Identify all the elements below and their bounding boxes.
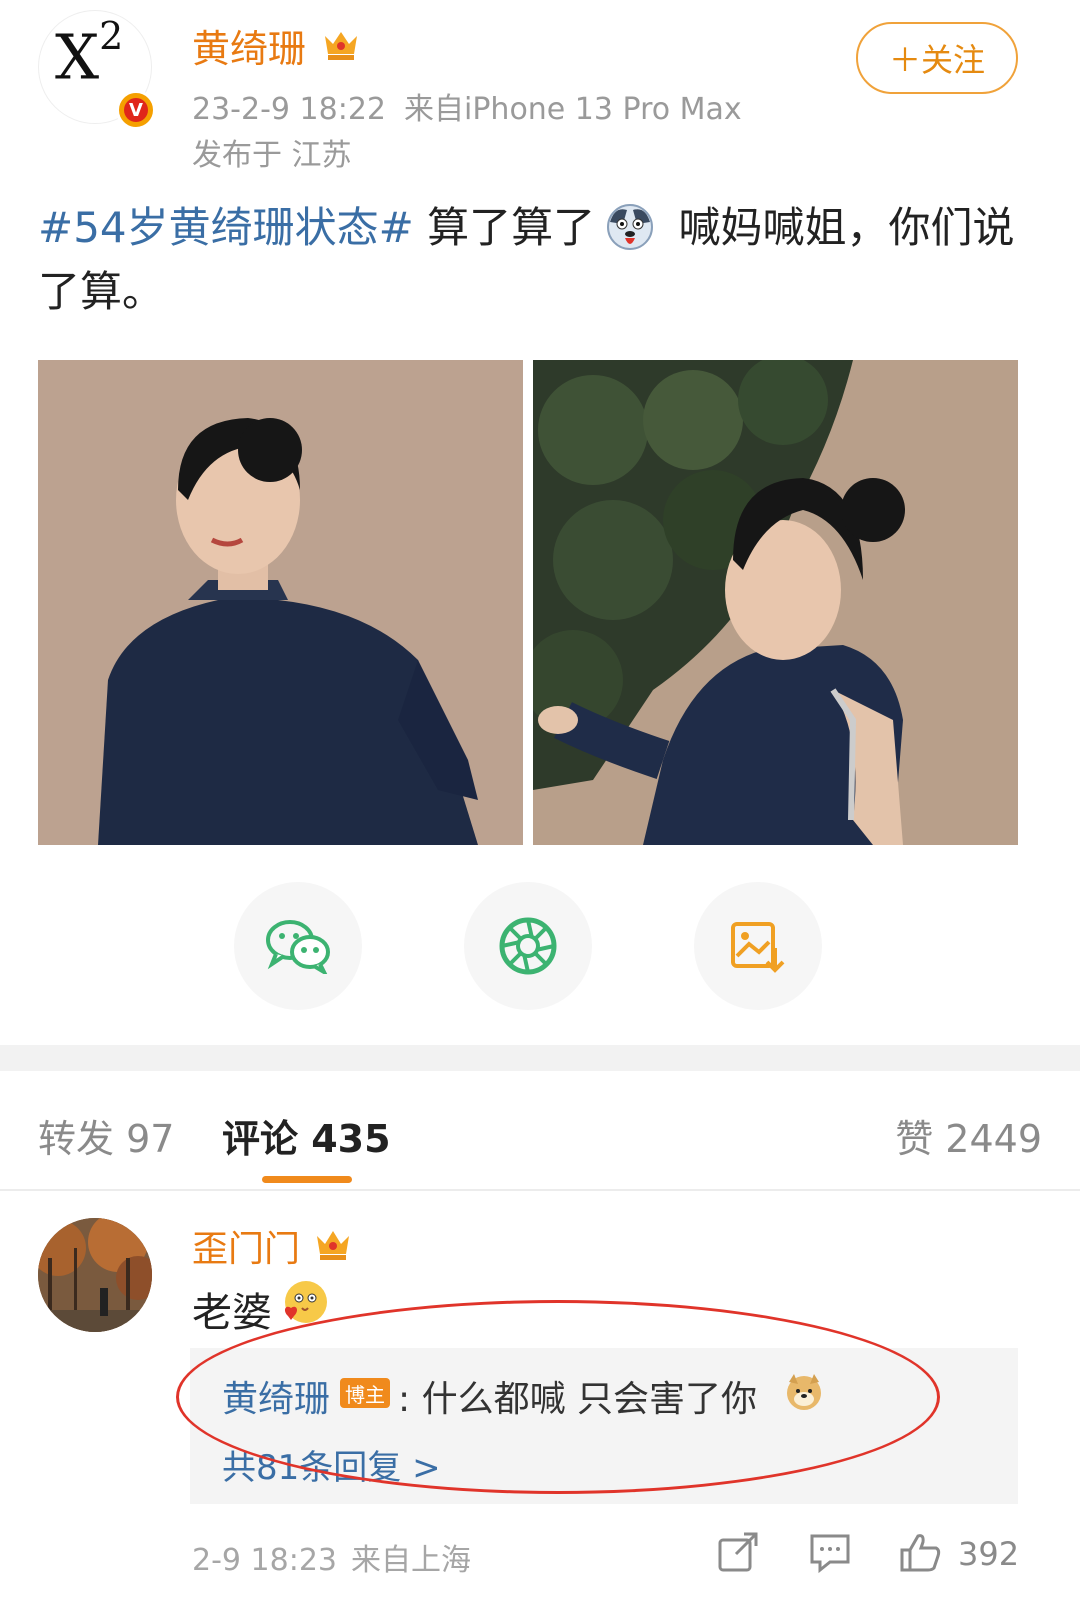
like-count: 392 — [958, 1535, 1020, 1573]
moments-aperture-icon — [499, 917, 557, 975]
post-location: 发布于 江苏 — [192, 138, 352, 173]
reply-author-name[interactable]: 黄绮珊 — [222, 1370, 330, 1422]
thumbs-up-icon[interactable] — [898, 1530, 942, 1574]
tab-likes[interactable]: 赞 2449 — [895, 1108, 1042, 1163]
post-source: 来自iPhone 13 Pro Max — [404, 92, 742, 127]
host-badge: 博主 — [340, 1378, 390, 1408]
post-text: #54岁黄绮珊状态# 算了算了 喊妈喊姐，你们说了算。 — [38, 196, 1028, 324]
reply-text: : 什么都喊 只会害了你 — [398, 1379, 758, 1420]
save-image-icon — [731, 922, 785, 973]
post-date: 23-2-9 18:22 — [192, 92, 386, 127]
commenter-name[interactable]: 歪门门 — [192, 1220, 300, 1272]
comment-meta: 2-9 18:23 来自上海 — [192, 1535, 471, 1579]
post-text-part1: 算了算了 — [413, 203, 596, 252]
follow-button[interactable]: ＋关注 — [856, 22, 1018, 94]
comment-source: 来自上海 — [351, 1543, 471, 1578]
post-image-1[interactable] — [38, 360, 523, 845]
post-meta: 23-2-9 18:22 来自iPhone 13 Pro Max — [192, 84, 742, 128]
view-replies-link[interactable]: 共81条回复 > — [222, 1440, 441, 1489]
comment-date: 2-9 18:23 — [192, 1543, 337, 1578]
hashtag-link[interactable]: #54岁黄绮珊状态# — [38, 203, 414, 252]
doge-emoji-icon — [787, 1374, 821, 1410]
share-icon[interactable] — [716, 1530, 760, 1574]
tab-reposts[interactable]: 转发 97 — [38, 1108, 174, 1163]
avatar-logo: X2 — [55, 14, 124, 94]
section-divider — [0, 1045, 1080, 1071]
commenter-avatar[interactable] — [38, 1218, 152, 1332]
share-wechat-button[interactable] — [234, 882, 362, 1010]
save-image-button[interactable] — [694, 882, 822, 1010]
wechat-icon — [266, 920, 330, 974]
tab-divider — [0, 1189, 1080, 1191]
vip-crown-icon — [325, 32, 357, 60]
vip-crown-icon — [317, 1231, 349, 1260]
author-name[interactable]: 黄绮珊 — [192, 18, 306, 73]
comment-text: 老婆 — [192, 1290, 272, 1336]
comment-icon[interactable] — [808, 1530, 852, 1574]
dog-tongue-emoji-icon — [607, 204, 654, 250]
active-tab-indicator — [262, 1176, 352, 1183]
tab-comments[interactable]: 评论 435 — [222, 1108, 391, 1163]
heart-face-emoji-icon — [284, 1281, 327, 1323]
post-image-2[interactable] — [533, 360, 1018, 845]
verified-v-icon: V — [116, 90, 156, 130]
share-moments-button[interactable] — [464, 882, 592, 1010]
